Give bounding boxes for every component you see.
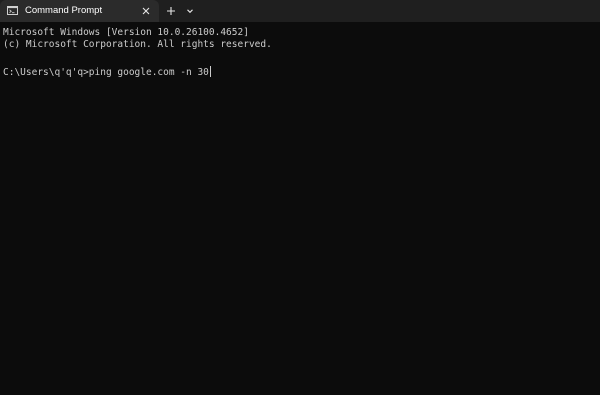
terminal-line: Microsoft Windows [Version 10.0.26100.46… (3, 27, 249, 38)
terminal-output[interactable]: Microsoft Windows [Version 10.0.26100.46… (0, 22, 600, 395)
title-bar: Command Prompt (0, 0, 600, 22)
prompt-line[interactable]: C:\Users\q'q'q>ping google.com -n 30 (3, 66, 211, 79)
terminal-line: (c) Microsoft Corporation. All rights re… (3, 39, 272, 50)
chevron-down-icon[interactable] (184, 5, 196, 17)
command-input[interactable]: C:\Users\q'q'q>ping google.com -n 30 (3, 67, 209, 78)
close-icon[interactable] (140, 5, 152, 17)
text-cursor (209, 66, 211, 77)
plus-icon[interactable] (164, 4, 178, 18)
tab-command-prompt[interactable]: Command Prompt (0, 0, 159, 22)
terminal-icon (7, 6, 18, 15)
tab-title: Command Prompt (25, 5, 103, 16)
terminal-window: Command Prompt Microsoft Windows [Versio… (0, 0, 600, 395)
